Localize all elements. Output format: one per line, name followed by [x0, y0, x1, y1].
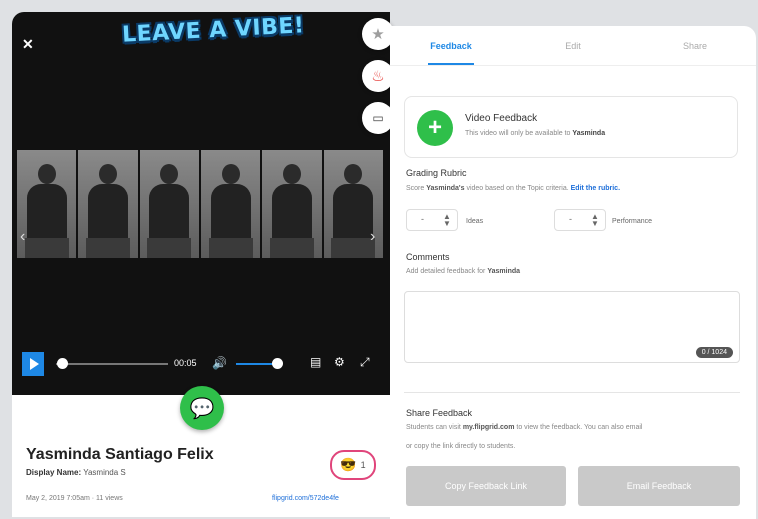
performance-stepper[interactable]: - ▲ ▼ [554, 209, 606, 231]
video-controls: 00:05 🔊 ▤ ⚙ ⤢ [22, 352, 382, 378]
my-flipgrid-link[interactable]: my.flipgrid.com [463, 424, 515, 431]
performance-label: Performance [612, 218, 653, 225]
video-frame [139, 150, 199, 258]
video-frame [17, 150, 77, 258]
seek-handle[interactable] [56, 358, 68, 369]
chat-bubble-button[interactable]: 💬 [180, 386, 224, 430]
video-feedback-title: Video Feedback [465, 113, 538, 124]
reaction-count: 1 [360, 460, 366, 470]
tab-share[interactable]: Share [634, 26, 756, 65]
video-link[interactable]: flipgrid.com/572de4fe [272, 495, 339, 502]
sticker-icon: 😎 [340, 457, 357, 472]
divider [404, 392, 740, 393]
comments-desc: Add detailed feedback for Yasminda [406, 268, 521, 275]
comments-heading: Comments [406, 252, 450, 262]
next-arrow-icon[interactable]: › [370, 228, 375, 246]
grading-rubric-desc: Score Yasminda's video based on the Topi… [406, 185, 621, 192]
video-frame [200, 150, 261, 258]
captions-icon[interactable]: ▤ [310, 355, 321, 369]
ideas-label: Ideas [466, 218, 484, 225]
share-feedback-desc-2: or copy the link directly to students. [406, 443, 516, 450]
reaction-sticker-button[interactable]: 😎 1 [330, 450, 376, 480]
video-frame [78, 150, 138, 258]
fullscreen-icon[interactable]: ⤢ [360, 355, 370, 370]
ideas-stepper[interactable]: - ▲ ▼ [406, 209, 458, 231]
comments-textarea[interactable]: 0 / 1024 [404, 291, 740, 363]
email-feedback-button[interactable]: Email Feedback [578, 466, 740, 506]
char-counter: 0 / 1024 [695, 347, 733, 358]
play-button[interactable] [22, 352, 44, 376]
tab-feedback[interactable]: Feedback [390, 26, 512, 65]
student-name: Yasminda Santiago Felix [26, 446, 214, 463]
share-feedback-desc: Students can visit my.flipgrid.com to vi… [406, 424, 643, 431]
tab-edit[interactable]: Edit [512, 26, 634, 65]
chat-icon: 💬 [189, 397, 215, 420]
volume-icon[interactable]: 🔊 [212, 356, 227, 370]
video-player[interactable] [17, 150, 383, 258]
share-feedback-heading: Share Feedback [406, 408, 473, 418]
grading-rubric-heading: Grading Rubric [406, 168, 467, 178]
add-video-feedback-icon[interactable]: + [417, 110, 453, 146]
close-icon[interactable]: ✕ [22, 36, 34, 53]
seek-bar[interactable] [56, 363, 168, 365]
video-frame [262, 150, 322, 258]
volume-handle[interactable] [272, 358, 284, 369]
video-feedback-subtitle: This video will only be available to Yas… [465, 130, 606, 137]
prev-arrow-icon[interactable]: ‹ [20, 228, 25, 246]
edit-rubric-link[interactable]: Edit the rubric. [571, 185, 620, 192]
video-meta: May 2, 2019 7:05am · 11 views [26, 495, 123, 502]
copy-feedback-link-button[interactable]: Copy Feedback Link [406, 466, 566, 506]
settings-icon[interactable]: ⚙ [334, 355, 345, 369]
video-feedback-card[interactable]: + Video Feedback This video will only be… [404, 96, 738, 158]
time-display: 00:05 [174, 358, 197, 368]
feedback-panel: Feedback Edit Share + Video Feedback Thi… [390, 26, 756, 519]
display-name: Display Name: Yasminda S [26, 468, 126, 477]
tab-bar: Feedback Edit Share [390, 26, 756, 66]
